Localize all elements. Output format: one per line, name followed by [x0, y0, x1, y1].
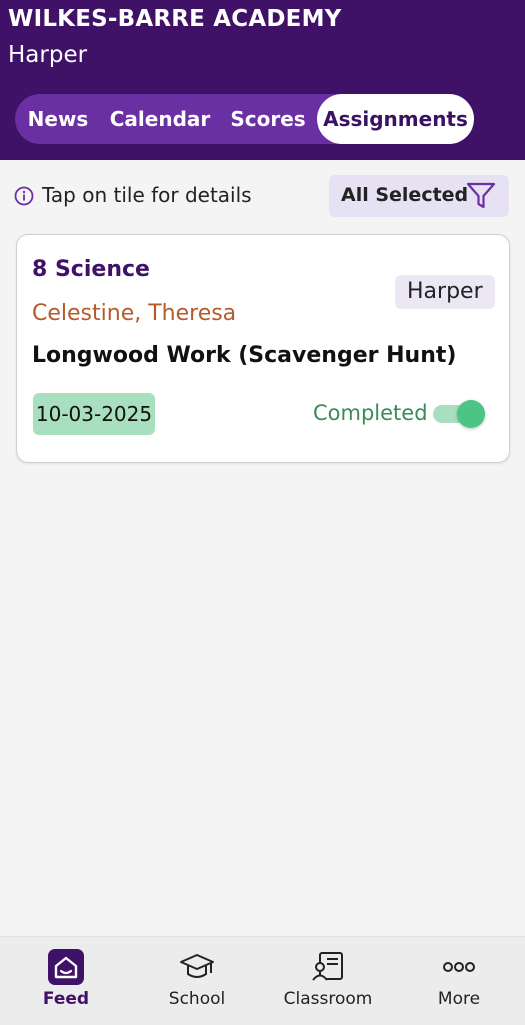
tab-scores[interactable]: Scores — [219, 94, 317, 144]
nav-feed[interactable]: Feed — [16, 937, 116, 1025]
graduation-cap-icon — [180, 954, 214, 978]
course-name: 8 Science — [32, 257, 150, 282]
classroom-board-icon — [312, 952, 343, 981]
nav-more-label: More — [437, 989, 481, 1009]
tab-assignments[interactable]: Assignments — [317, 94, 474, 144]
app-header: WILKES-BARRE ACADEMY Harper News Calenda… — [0, 0, 525, 160]
filter-button[interactable]: All Selected — [329, 175, 509, 217]
school-name: WILKES-BARRE ACADEMY — [8, 6, 342, 32]
more-dots-icon — [443, 962, 475, 972]
home-icon — [48, 949, 84, 985]
hint-text: Tap on tile for details — [42, 183, 252, 207]
tab-bar: News Calendar Scores Assignments — [15, 94, 474, 144]
toggle-knob — [457, 400, 485, 428]
nav-classroom-label: Classroom — [283, 989, 373, 1009]
filter-icon — [466, 182, 496, 209]
filter-label: All Selected — [341, 184, 469, 206]
tab-calendar[interactable]: Calendar — [103, 94, 217, 144]
assignment-title: Longwood Work (Scavenger Hunt) — [32, 343, 457, 368]
bottom-nav: Feed School Classroom More — [0, 936, 525, 1025]
info-icon — [14, 186, 34, 206]
nav-feed-label: Feed — [42, 989, 90, 1009]
assignment-card[interactable]: 8 Science Celestine, Theresa Harper Long… — [16, 234, 510, 463]
student-name: Harper — [8, 42, 88, 68]
nav-classroom[interactable]: Classroom — [278, 937, 378, 1025]
due-date-chip: 10-03-2025 — [33, 393, 155, 435]
student-badge: Harper — [395, 275, 495, 309]
tab-news[interactable]: News — [15, 94, 101, 144]
nav-school[interactable]: School — [147, 937, 247, 1025]
completed-toggle[interactable] — [433, 399, 487, 429]
nav-school-label: School — [168, 989, 226, 1009]
nav-more[interactable]: More — [409, 937, 509, 1025]
status-label: Completed — [313, 401, 428, 425]
teacher-name: Celestine, Theresa — [32, 301, 237, 326]
